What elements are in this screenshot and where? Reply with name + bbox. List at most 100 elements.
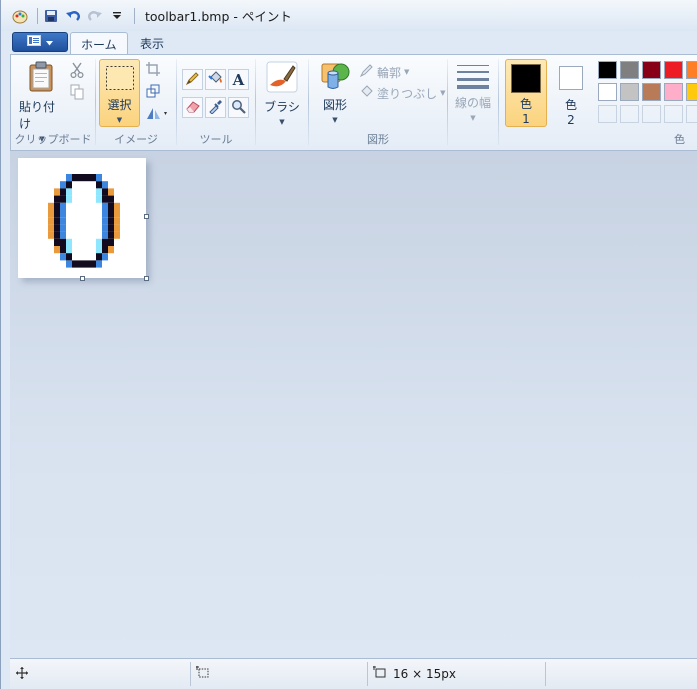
- shapes-button[interactable]: 図形 ▼: [314, 61, 356, 124]
- magnifier-button[interactable]: [228, 97, 249, 118]
- palette-swatch[interactable]: [598, 105, 617, 123]
- outline-pencil-icon: [359, 63, 374, 81]
- redo-icon[interactable]: [86, 7, 104, 25]
- save-icon[interactable]: [42, 7, 60, 25]
- size-group: 線の幅 ▼: [448, 55, 498, 150]
- glyph-pixel: [48, 224, 54, 232]
- color-picker-button[interactable]: [205, 97, 226, 118]
- palette-swatch[interactable]: [642, 61, 661, 79]
- glyph-pixel: [60, 238, 66, 246]
- brushes-dropdown-icon[interactable]: ▼: [279, 118, 284, 126]
- ribbon: 貼り付け ▼ クリップボード 選択 ▼ イメージ A ツール ブラシ ▼ 図形 …: [10, 54, 697, 151]
- color1-number: 1: [522, 112, 530, 126]
- palette-swatch[interactable]: [686, 83, 697, 101]
- color1-swatch: [511, 64, 541, 93]
- color1-label: 色: [519, 97, 532, 111]
- palette-swatch[interactable]: [642, 83, 661, 101]
- size-label: 線の幅: [454, 96, 491, 110]
- selection-size-icon: [196, 666, 210, 682]
- window-title: toolbar1.bmp - ペイント: [145, 9, 292, 24]
- glyph-pixel: [102, 202, 108, 210]
- copy-icon: [70, 84, 84, 103]
- palette-swatch[interactable]: [664, 105, 683, 123]
- outline-button[interactable]: 輪郭 ▼: [359, 63, 409, 81]
- text-icon: A: [232, 70, 245, 89]
- glyph-pixel: [54, 202, 60, 210]
- palette-swatch[interactable]: [598, 83, 617, 101]
- paint-bucket-icon: [207, 70, 224, 89]
- magnifier-icon: [231, 99, 246, 117]
- copy-button[interactable]: [66, 83, 87, 103]
- pencil-icon: [185, 71, 200, 89]
- cut-button[interactable]: [66, 61, 87, 81]
- image-canvas[interactable]: [18, 158, 146, 278]
- glyph-pixel: [66, 253, 72, 261]
- ribbon-tabs: ホーム 表示: [1, 31, 697, 55]
- image-size-text: 16 × 15px: [393, 667, 456, 681]
- paint-menu-button[interactable]: [12, 32, 68, 52]
- palette-swatch[interactable]: [620, 61, 639, 79]
- resize-handle-corner[interactable]: [144, 276, 149, 281]
- select-button[interactable]: 選択 ▼: [99, 59, 140, 127]
- customize-quick-access-icon[interactable]: [108, 7, 126, 25]
- color1-button[interactable]: 色 1: [505, 59, 547, 127]
- glyph-pixel: [84, 174, 90, 182]
- glyph-pixel: [102, 188, 108, 196]
- pencil-button[interactable]: [182, 69, 203, 90]
- glyph-pixel: [48, 231, 54, 239]
- crop-button[interactable]: [142, 60, 163, 80]
- eraser-button[interactable]: [182, 97, 203, 118]
- glyph-pixel: [108, 210, 114, 218]
- glyph-pixel: [90, 260, 96, 268]
- glyph-pixel: [96, 253, 102, 261]
- fill-button[interactable]: [205, 69, 226, 90]
- rotate-button[interactable]: [142, 104, 170, 124]
- palette-swatch[interactable]: [686, 61, 697, 79]
- tab-home[interactable]: ホーム: [70, 32, 128, 55]
- undo-icon[interactable]: [64, 7, 82, 25]
- image-group-label: イメージ: [114, 133, 158, 146]
- glyph-pixel: [66, 260, 72, 268]
- size-button[interactable]: 線の幅 ▼: [450, 63, 496, 122]
- resize-button[interactable]: [142, 82, 163, 102]
- color2-button[interactable]: 色 2: [553, 59, 589, 127]
- glyph-pixel: [114, 217, 120, 225]
- tab-view[interactable]: 表示: [130, 32, 174, 55]
- palette-swatch[interactable]: [642, 105, 661, 123]
- brushes-button[interactable]: ブラシ ▼: [261, 61, 303, 126]
- glyph-pixel: [54, 231, 60, 239]
- title-separator: [134, 7, 135, 24]
- drawn-zero-glyph: [48, 174, 120, 268]
- fill-bucket-icon: [359, 84, 374, 102]
- text-button[interactable]: A: [228, 69, 249, 90]
- palette-swatch[interactable]: [664, 83, 683, 101]
- resize-handle-bottom[interactable]: [80, 276, 85, 281]
- canvas-area[interactable]: [10, 151, 697, 658]
- glyph-pixel: [84, 260, 90, 268]
- fill-shape-button[interactable]: 塗りつぶし ▼: [359, 84, 446, 102]
- glyph-pixel: [96, 188, 102, 196]
- palette-swatch[interactable]: [598, 61, 617, 79]
- color2-swatch: [559, 66, 583, 90]
- glyph-pixel: [54, 238, 60, 246]
- crop-icon: [145, 61, 160, 79]
- palette-swatch[interactable]: [664, 61, 683, 79]
- palette-swatch[interactable]: [620, 105, 639, 123]
- clipboard-group: 貼り付け ▼ クリップボード: [11, 55, 95, 150]
- glyph-pixel: [102, 224, 108, 232]
- eyedropper-icon: [208, 99, 223, 117]
- tools-group-label: ツール: [199, 133, 233, 146]
- glyph-pixel: [78, 174, 84, 182]
- image-group: 選択 ▼ イメージ: [96, 55, 176, 150]
- status-separator: [190, 662, 191, 686]
- palette-swatch[interactable]: [686, 105, 697, 123]
- paint-app-icon[interactable]: [11, 7, 29, 25]
- glyph-pixel: [102, 210, 108, 218]
- resize-handle-right[interactable]: [144, 214, 149, 219]
- select-dropdown-icon[interactable]: ▼: [117, 116, 122, 124]
- selection-rectangle-icon: [105, 65, 135, 94]
- image-size-icon: [373, 666, 387, 682]
- quick-access-separator: [37, 7, 38, 24]
- shapes-dropdown-icon[interactable]: ▼: [332, 116, 337, 124]
- palette-swatch[interactable]: [620, 83, 639, 101]
